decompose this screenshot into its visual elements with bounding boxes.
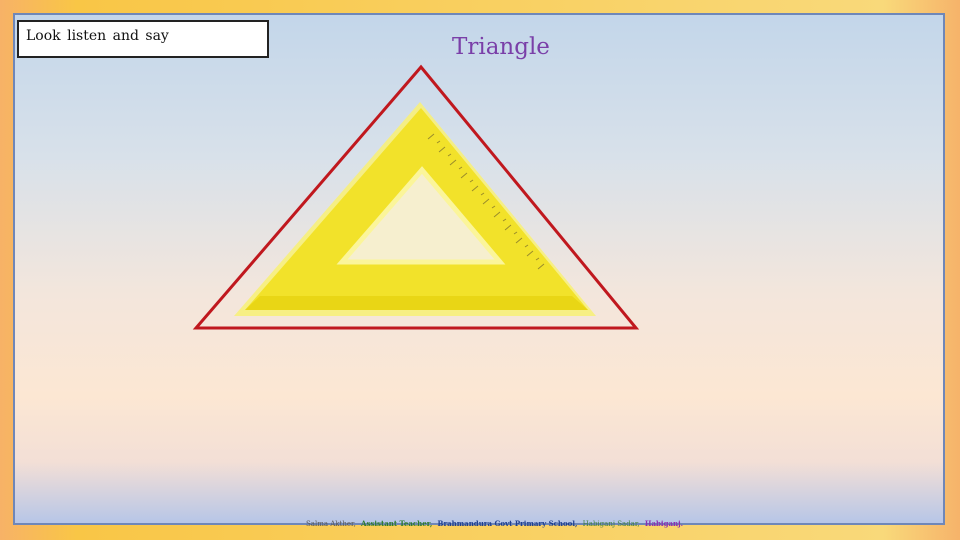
footer-role: Assistant Teacher,: [361, 519, 433, 528]
footer-name: Salma Akther,: [306, 520, 356, 528]
footer-upazila: Habiganj Sadar,: [582, 520, 640, 528]
footer-district: Habiganj.: [644, 519, 684, 528]
set-square-ruler-icon: [234, 102, 596, 316]
footer-school: Brahmandura Govt Primary School,: [437, 519, 578, 528]
footer-credits: Salma Akther, Assistant Teacher, Brahman…: [306, 518, 686, 530]
triangle-illustration: [192, 64, 640, 330]
